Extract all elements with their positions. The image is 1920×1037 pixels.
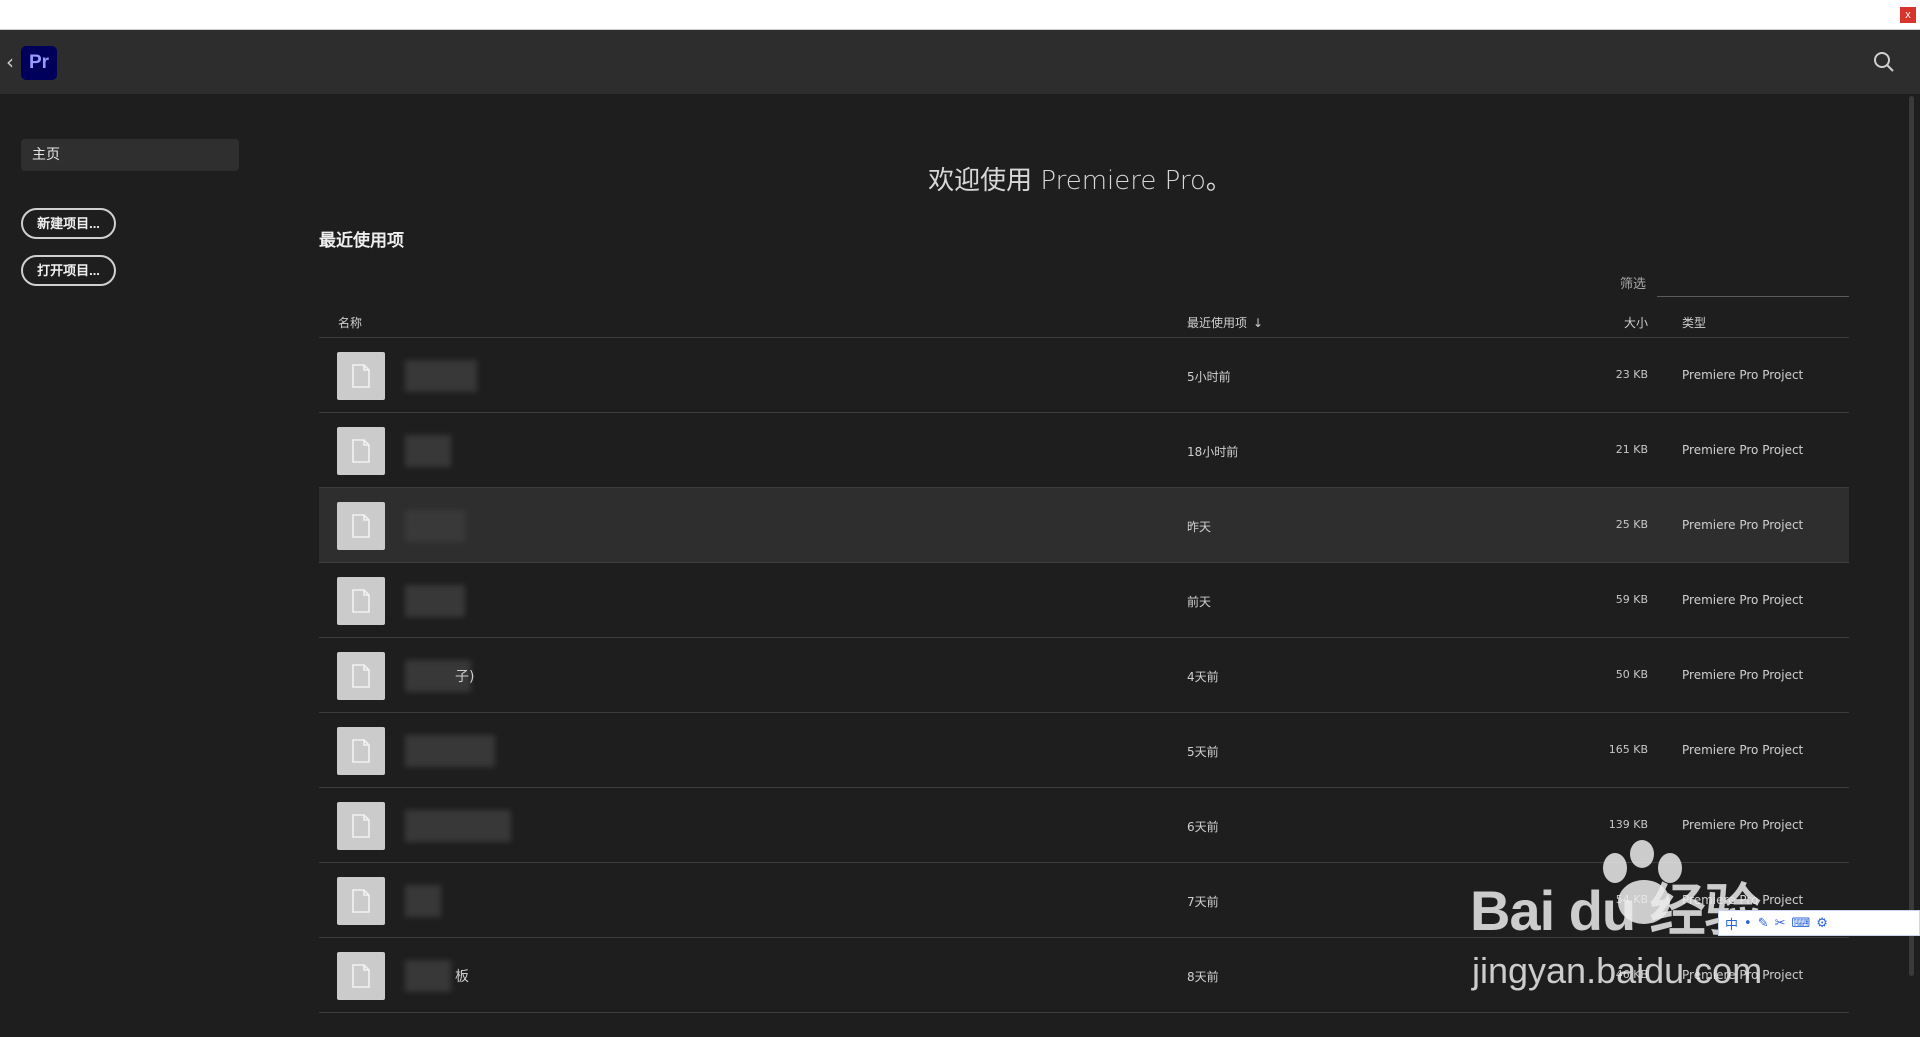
project-size: 25 KB	[1615, 518, 1648, 531]
project-name-fragment: 子)	[455, 669, 475, 685]
project-size: 46 KB	[1615, 968, 1648, 981]
column-header-recent[interactable]: 最近使用项 ↓	[1187, 314, 1263, 331]
project-type: Premiere Pro Project	[1682, 593, 1804, 607]
ime-settings-icon[interactable]: ⚙	[1816, 916, 1828, 931]
new-project-button[interactable]: 新建项目...	[21, 208, 116, 239]
open-project-button[interactable]: 打开项目...	[21, 255, 116, 286]
project-size: 21 KB	[1615, 443, 1648, 456]
project-size: 139 KB	[1608, 818, 1648, 831]
project-row[interactable]: 昨天 25 KB Premiere Pro Project	[319, 488, 1849, 563]
project-type: Premiere Pro Project	[1682, 893, 1804, 907]
file-icon	[337, 727, 385, 775]
project-last-used: 18小时前	[1187, 445, 1239, 459]
file-icon	[337, 802, 385, 850]
ime-pen-icon[interactable]: ✎	[1758, 916, 1769, 931]
project-name-redacted	[405, 585, 465, 617]
column-header-name[interactable]: 名称	[338, 314, 362, 331]
project-type: Premiere Pro Project	[1682, 518, 1804, 532]
project-last-used: 4天前	[1187, 670, 1219, 684]
file-icon	[337, 952, 385, 1000]
project-size: 54 KB	[1615, 893, 1648, 906]
project-name-redacted	[405, 510, 465, 542]
project-type: Premiere Pro Project	[1682, 368, 1804, 382]
top-strip: x	[0, 0, 1920, 30]
project-last-used: 5天前	[1187, 745, 1219, 759]
ime-scissors-icon[interactable]: ✂	[1775, 916, 1786, 931]
file-icon	[337, 577, 385, 625]
welcome-heading: 欢迎使用 Premiere Pro。	[928, 166, 1232, 196]
project-name-redacted	[405, 885, 441, 917]
project-name-fragment: 板	[455, 969, 469, 985]
project-last-used: 6天前	[1187, 820, 1219, 834]
project-name-redacted	[405, 360, 477, 392]
ime-mode-label[interactable]: 中	[1725, 914, 1738, 933]
ime-toolbar[interactable]: 中 • ✎ ✂ ⌨ ⚙	[1718, 910, 1920, 936]
project-row[interactable]: 5天前 165 KB Premiere Pro Project	[319, 713, 1849, 788]
project-type: Premiere Pro Project	[1682, 443, 1804, 457]
recent-section-title: 最近使用项	[319, 231, 404, 251]
project-last-used: 前天	[1187, 595, 1212, 609]
project-size: 23 KB	[1615, 368, 1648, 381]
close-icon[interactable]: x	[1900, 7, 1916, 23]
project-row[interactable]: 前天 59 KB Premiere Pro Project	[319, 563, 1849, 638]
project-row[interactable]: 18小时前 21 KB Premiere Pro Project	[319, 413, 1849, 488]
project-name-redacted	[405, 735, 495, 767]
project-last-used: 5小时前	[1187, 370, 1231, 384]
project-name-redacted	[405, 960, 451, 992]
project-last-used: 昨天	[1187, 520, 1212, 534]
scrollbar[interactable]	[1909, 96, 1914, 976]
project-name-redacted	[405, 435, 451, 467]
sort-down-icon: ↓	[1253, 316, 1264, 330]
column-header-recent-label: 最近使用项	[1187, 316, 1248, 330]
project-size: 165 KB	[1608, 743, 1648, 756]
project-type: Premiere Pro Project	[1682, 743, 1804, 757]
file-icon	[337, 427, 385, 475]
project-type: Premiere Pro Project	[1682, 668, 1804, 682]
column-header-type[interactable]: 类型	[1682, 314, 1706, 331]
project-size: 50 KB	[1615, 668, 1648, 681]
file-icon	[337, 652, 385, 700]
search-icon[interactable]	[1872, 50, 1896, 74]
recent-projects-list: 5小时前 23 KB Premiere Pro Project 18小时前 21…	[319, 338, 1849, 1013]
project-last-used: 8天前	[1187, 970, 1219, 984]
premiere-logo: Pr	[21, 46, 57, 80]
project-name-redacted	[405, 810, 511, 842]
project-row[interactable]: 5小时前 23 KB Premiere Pro Project	[319, 338, 1849, 413]
file-icon	[337, 352, 385, 400]
file-icon	[337, 502, 385, 550]
project-row[interactable]: 子) 4天前 50 KB Premiere Pro Project	[319, 638, 1849, 713]
project-size: 59 KB	[1615, 593, 1648, 606]
filter-label: 筛选	[1620, 277, 1647, 292]
project-row[interactable]: 板 8天前 46 KB Premiere Pro Project	[319, 938, 1849, 1013]
project-row[interactable]: 6天前 139 KB Premiere Pro Project	[319, 788, 1849, 863]
column-header-size[interactable]: 大小	[1600, 314, 1648, 331]
project-row[interactable]: 7天前 54 KB Premiere Pro Project	[319, 863, 1849, 938]
project-last-used: 7天前	[1187, 895, 1219, 909]
project-type: Premiere Pro Project	[1682, 818, 1804, 832]
app-header: ‹ Pr	[0, 30, 1920, 94]
ime-keyboard-icon[interactable]: ⌨	[1792, 916, 1811, 931]
filter-input[interactable]	[1657, 296, 1849, 297]
ime-punct-icon[interactable]: •	[1744, 916, 1752, 931]
project-type: Premiere Pro Project	[1682, 968, 1804, 982]
file-icon	[337, 877, 385, 925]
chevron-left-icon[interactable]: ‹	[6, 50, 14, 74]
